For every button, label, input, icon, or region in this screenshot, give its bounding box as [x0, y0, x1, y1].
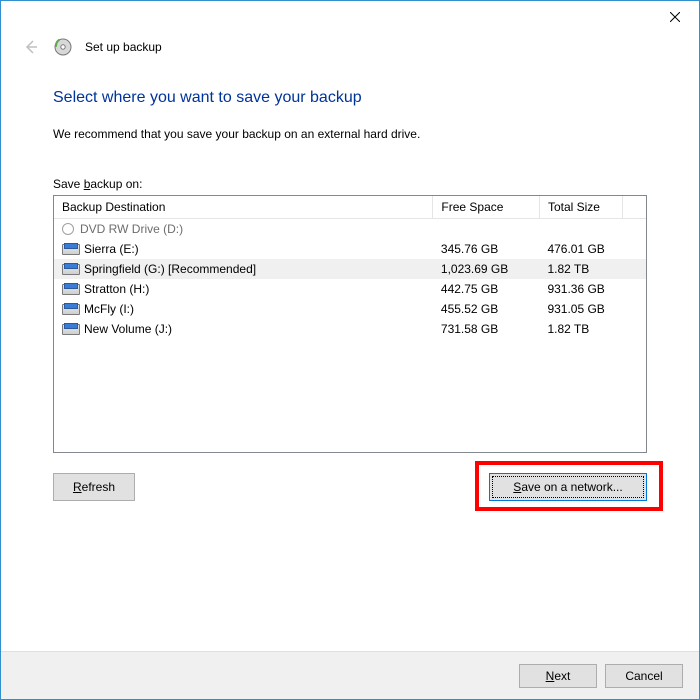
free-space-cell — [433, 219, 540, 240]
drive-icon — [62, 243, 78, 255]
col-destination[interactable]: Backup Destination — [54, 196, 433, 219]
backup-disc-icon — [53, 37, 73, 57]
save-net-label: ave on a network... — [521, 480, 622, 494]
recommendation-text: We recommend that you save your backup o… — [53, 127, 647, 141]
close-button[interactable] — [653, 3, 697, 31]
spacer-cell — [622, 219, 646, 240]
destination-table: Backup Destination Free Space Total Size… — [54, 196, 646, 339]
free-space-cell: 455.52 GB — [433, 299, 540, 319]
table-row[interactable]: Springfield (G:) [Recommended] 1,023.69 G… — [54, 259, 646, 279]
free-space-cell: 731.58 GB — [433, 319, 540, 339]
drive-icon — [62, 323, 78, 335]
total-size-cell: 931.05 GB — [539, 299, 622, 319]
wizard-footer: Next Cancel — [1, 651, 699, 699]
total-size-cell: 476.01 GB — [539, 239, 622, 259]
total-size-cell: 1.82 TB — [539, 259, 622, 279]
close-icon — [670, 12, 680, 22]
col-free-space[interactable]: Free Space — [433, 196, 540, 219]
save-on-pre: Save — [53, 177, 84, 191]
destination-name: DVD RW Drive (D:) — [80, 222, 183, 236]
spacer-cell — [622, 319, 646, 339]
back-arrow-icon — [23, 39, 39, 55]
col-spacer — [622, 196, 646, 219]
drive-icon — [62, 283, 78, 295]
table-row[interactable]: Sierra (E:) 345.76 GB476.01 GB — [54, 239, 646, 259]
next-label: ext — [554, 669, 570, 683]
spacer-cell — [622, 299, 646, 319]
cancel-button[interactable]: Cancel — [605, 664, 683, 688]
free-space-cell: 1,023.69 GB — [433, 259, 540, 279]
table-row[interactable]: McFly (I:) 455.52 GB931.05 GB — [54, 299, 646, 319]
total-size-cell — [539, 219, 622, 240]
total-size-cell: 931.36 GB — [539, 279, 622, 299]
wizard-title: Set up backup — [85, 40, 162, 54]
save-on-post: ackup on: — [90, 177, 142, 191]
spacer-cell — [622, 259, 646, 279]
refresh-label: efresh — [82, 480, 115, 494]
drive-icon — [62, 303, 78, 315]
spacer-cell — [622, 239, 646, 259]
table-row[interactable]: New Volume (J:) 731.58 GB1.82 TB — [54, 319, 646, 339]
wizard-header: Set up backup — [1, 33, 699, 67]
destination-name: New Volume (J:) — [84, 322, 172, 336]
radio-icon — [62, 223, 74, 235]
destination-name: Stratton (H:) — [84, 282, 149, 296]
free-space-cell: 442.75 GB — [433, 279, 540, 299]
refresh-button[interactable]: Refresh — [53, 473, 135, 501]
titlebar — [1, 1, 699, 33]
page-heading: Select where you want to save your backu… — [53, 89, 647, 107]
save-backup-on-label: Save backup on: — [53, 177, 647, 191]
back-button[interactable] — [21, 37, 41, 57]
free-space-cell: 345.76 GB — [433, 239, 540, 259]
destination-listbox[interactable]: Backup Destination Free Space Total Size… — [53, 195, 647, 453]
wizard-content: Select where you want to save your backu… — [1, 67, 699, 651]
col-total-size[interactable]: Total Size — [539, 196, 622, 219]
destination-name: Sierra (E:) — [84, 242, 139, 256]
drive-icon — [62, 263, 78, 275]
table-row[interactable]: DVD RW Drive (D:) — [54, 219, 646, 240]
destination-name: McFly (I:) — [84, 302, 134, 316]
table-row[interactable]: Stratton (H:) 442.75 GB931.36 GB — [54, 279, 646, 299]
save-on-network-button[interactable]: Save on a network... — [489, 473, 647, 501]
destination-name: Springfield (G:) [Recommended] — [84, 262, 256, 276]
button-row: Refresh Save on a network... — [53, 473, 647, 501]
save-net-mnemonic: S — [513, 480, 521, 494]
backup-wizard-window: Set up backup Select where you want to s… — [0, 0, 700, 700]
next-mnemonic: N — [546, 669, 555, 683]
refresh-mnemonic: R — [73, 480, 82, 494]
spacer-cell — [622, 279, 646, 299]
table-header-row: Backup Destination Free Space Total Size — [54, 196, 646, 219]
next-button[interactable]: Next — [519, 664, 597, 688]
total-size-cell: 1.82 TB — [539, 319, 622, 339]
